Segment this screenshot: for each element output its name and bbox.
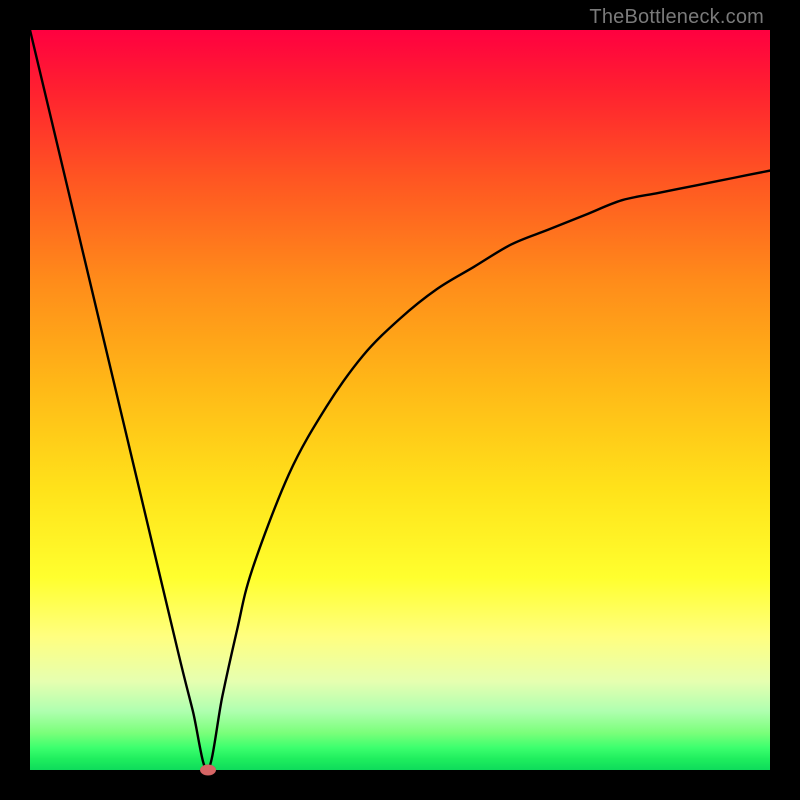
- chart-frame: TheBottleneck.com: [0, 0, 800, 800]
- plot-area: [30, 30, 770, 770]
- minimum-marker: [200, 765, 216, 776]
- attribution-text: TheBottleneck.com: [589, 6, 764, 29]
- bottleneck-curve: [30, 30, 770, 770]
